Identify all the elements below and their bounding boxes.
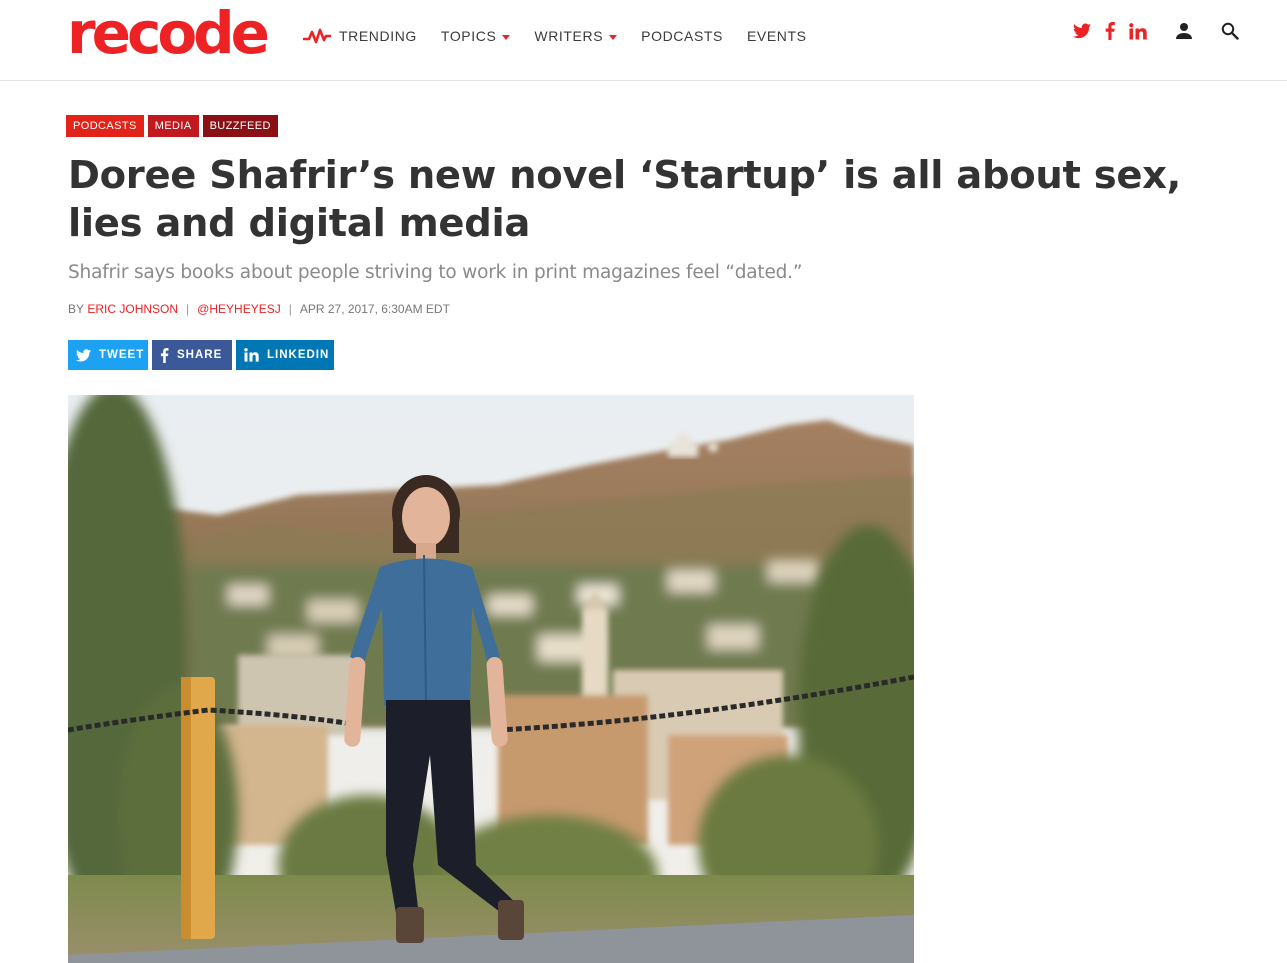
nav-topics-label: TOPICS xyxy=(440,28,497,44)
linkedin-icon xyxy=(244,348,259,362)
nav-events-label: EVENTS xyxy=(746,28,807,44)
tag-buzzfeed[interactable]: BUZZFEED xyxy=(202,115,278,137)
author-link[interactable]: ERIC JOHNSON xyxy=(87,302,178,316)
facebook-icon xyxy=(160,347,169,363)
nav-writers-label: WRITERS xyxy=(534,28,604,44)
byline: BY ERIC JOHNSON | @HEYHEYESJ | APR 27, 2… xyxy=(68,302,450,316)
hero-photo xyxy=(68,395,914,963)
recode-logo[interactable]: recode xyxy=(67,4,270,62)
nav-trending[interactable]: TRENDING xyxy=(303,27,417,45)
linkedin-icon[interactable] xyxy=(1129,22,1147,40)
share-buttons: TWEET SHARE LINKEDIN xyxy=(68,340,338,370)
hero-photo-illustration xyxy=(68,395,914,963)
tweet-label: TWEET xyxy=(99,349,145,361)
publish-date: APR 27, 2017, 6:30AM EDT xyxy=(299,302,450,316)
byline-divider: | xyxy=(288,302,292,316)
twitter-icon xyxy=(76,348,91,362)
trending-icon xyxy=(303,27,331,45)
tag-podcasts[interactable]: PODCASTS xyxy=(66,115,144,137)
author-twitter-handle[interactable]: @HEYHEYESJ xyxy=(197,302,281,316)
article-dek: Shafrir says books about people striving… xyxy=(68,262,803,283)
site-header: recode TRENDING TOPICS WRITERS PODCASTS … xyxy=(0,0,1287,81)
nav-writers[interactable]: WRITERS xyxy=(534,28,618,44)
user-icon[interactable] xyxy=(1175,22,1193,40)
nav-podcasts-label: PODCASTS xyxy=(641,28,723,44)
main-nav: TRENDING TOPICS WRITERS PODCASTS EVENTS xyxy=(303,25,831,47)
article-tags: PODCASTS MEDIA BUZZFEED xyxy=(66,115,282,137)
nav-events[interactable]: EVENTS xyxy=(747,28,807,44)
tag-media[interactable]: MEDIA xyxy=(147,115,199,137)
twitter-icon[interactable] xyxy=(1073,23,1091,39)
byline-by: BY xyxy=(68,302,85,316)
nav-podcasts[interactable]: PODCASTS xyxy=(641,28,723,44)
article-headline: Doree Shafrir’s new novel ‘Startup’ is a… xyxy=(68,153,1181,246)
linkedin-share-button[interactable]: LINKEDIN xyxy=(236,340,334,370)
facebook-icon[interactable] xyxy=(1105,22,1115,40)
tweet-button[interactable]: TWEET xyxy=(68,340,148,370)
header-actions xyxy=(1059,22,1239,40)
caret-down-icon xyxy=(609,34,618,40)
nav-trending-label: TRENDING xyxy=(339,28,417,44)
share-label: SHARE xyxy=(177,349,223,361)
caret-down-icon xyxy=(502,34,511,40)
search-icon[interactable] xyxy=(1221,22,1239,40)
byline-divider: | xyxy=(186,302,190,316)
facebook-share-button[interactable]: SHARE xyxy=(152,340,232,370)
nav-topics[interactable]: TOPICS xyxy=(440,28,511,44)
linkedin-label: LINKEDIN xyxy=(267,349,330,361)
